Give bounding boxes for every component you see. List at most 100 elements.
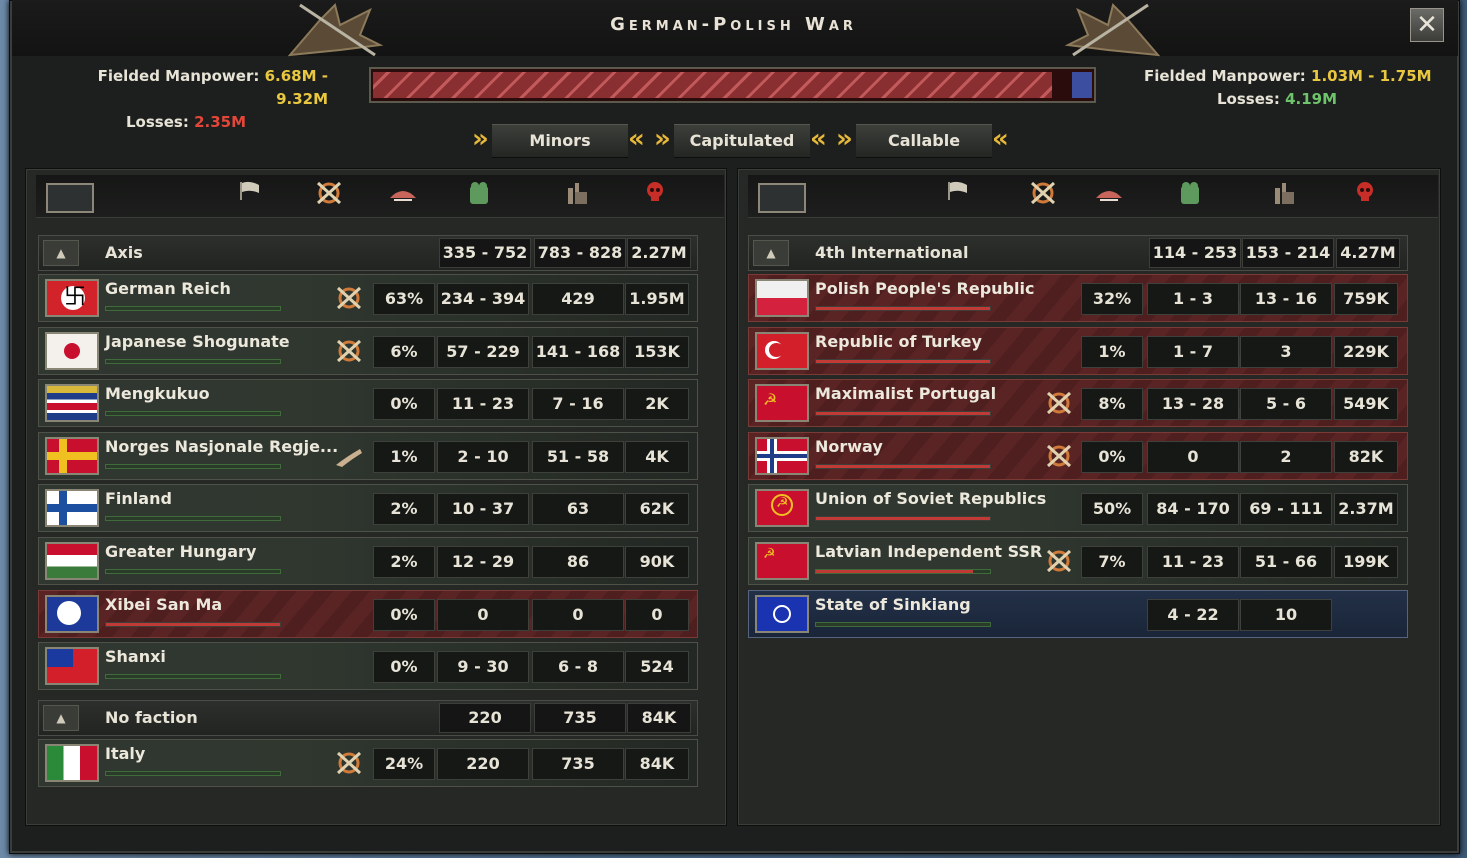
collapse-button[interactable]: ▲ <box>43 704 79 731</box>
close-icon[interactable]: ✕ <box>1410 8 1444 42</box>
tab-capitulated[interactable]: Capitulated <box>674 124 810 158</box>
country-row[interactable]: Shanxi 0% 9 - 30 6 - 8 524 <box>38 642 698 691</box>
country-row[interactable]: Mengkukuo 0% 11 - 23 7 - 16 2K <box>38 379 698 428</box>
country-row[interactable]: Greater Hungary 2% 12 - 29 86 90K <box>38 537 698 585</box>
country-c3-value: 62K <box>625 493 689 526</box>
country-row[interactable]: State of Sinkiang 4 - 22 10 <box>748 589 1408 638</box>
country-pct-value: 63% <box>373 283 435 315</box>
tab-minors[interactable]: Minors <box>492 124 628 158</box>
collapse-button[interactable]: ▲ <box>753 240 789 266</box>
crossed-swords-icon[interactable] <box>314 180 344 212</box>
crossed-swords-icon[interactable] <box>334 285 364 311</box>
country-pct-value: 0% <box>1081 440 1143 473</box>
country-pct-value: 6% <box>373 335 435 368</box>
country-row[interactable]: Japanese Shogunate 6% 57 - 229 141 - 168 153… <box>38 326 698 375</box>
country-name: Norges Nasjonale Regje... <box>105 436 339 456</box>
country-row[interactable]: Polish People's Republic 32% 1 - 3 13 - 16 7… <box>748 274 1408 322</box>
country-row[interactable]: Norway 0% 0 2 82K <box>748 431 1408 480</box>
country-pct-value: 0% <box>373 651 435 684</box>
attacker-progress <box>373 72 1052 98</box>
skull-icon[interactable] <box>1350 180 1380 210</box>
country-c3-value: 90K <box>625 546 689 578</box>
chevron-right-icon: » <box>836 124 853 154</box>
country-row[interactable]: Norges Nasjonale Regje... 1% 2 - 10 51 - 58… <box>38 431 698 480</box>
country-c3-value: 759K <box>1334 283 1398 315</box>
plane-icon[interactable] <box>1094 180 1124 210</box>
country-pct-value: 2% <box>373 493 435 526</box>
country-c3-value: 199K <box>1334 546 1398 578</box>
crossed-swords-icon[interactable] <box>1028 180 1058 212</box>
country-status-bar <box>105 621 281 627</box>
country-name: Mengkukuo <box>105 384 210 404</box>
manpower-icon[interactable] <box>464 180 494 212</box>
country-pct-value: 1% <box>373 440 435 473</box>
country-c1-value: 57 - 229 <box>437 335 529 368</box>
manpower-icon[interactable] <box>1175 180 1205 212</box>
country-name: Japanese Shogunate <box>105 331 290 351</box>
country-status-bar <box>105 516 281 522</box>
flag-icon[interactable] <box>235 180 265 208</box>
crossed-swords-icon[interactable] <box>1044 548 1074 574</box>
flag-shanxi <box>45 647 99 686</box>
country-name: Greater Hungary <box>105 542 257 561</box>
country-pct-value: 24% <box>373 747 435 780</box>
flag-turkey <box>755 331 809 370</box>
country-pct-value: 0% <box>373 598 435 631</box>
chevron-left-icon: « <box>810 124 827 154</box>
faction-c3-value: 84K <box>627 702 691 733</box>
crossed-swords-icon[interactable] <box>334 750 364 776</box>
country-c3-value: 229K <box>1334 335 1398 368</box>
country-pct-value: 2% <box>373 546 435 578</box>
country-c2-value: 2 <box>1240 440 1332 473</box>
country-name: Union of Soviet Republics <box>815 489 1047 509</box>
country-c1-value: 10 - 37 <box>437 493 529 526</box>
country-pct-value: 32% <box>1081 283 1143 315</box>
country-c3-value: 4K <box>625 440 689 473</box>
country-row[interactable]: ☭ Union of Soviet Republics 50% 84 - 170 69 … <box>748 484 1408 533</box>
country-row[interactable]: Italy 24% 220 735 84K <box>38 738 698 787</box>
country-row[interactable]: Finland 2% 10 - 37 63 62K <box>38 484 698 533</box>
country-c3-value: 1.95M <box>625 283 689 315</box>
country-c1-value: 0 <box>437 598 529 631</box>
country-name: Norway <box>815 436 883 456</box>
country-row[interactable]: 卐 German Reich 63% 234 - 394 429 1.95M <box>38 274 698 322</box>
faction-name: 4th International <box>815 243 969 262</box>
losses-label: Losses: <box>1217 90 1280 108</box>
flag-portugal: ☭ <box>755 384 809 423</box>
skull-icon[interactable] <box>640 180 670 210</box>
country-c2-value: 7 - 16 <box>532 388 624 421</box>
collapse-button[interactable]: ▲ <box>43 240 79 266</box>
country-status-bar <box>105 306 281 311</box>
country-row[interactable]: Republic of Turkey 1% 1 - 7 3 229K <box>748 326 1408 375</box>
country-c2-value: 51 - 66 <box>1240 546 1332 578</box>
chevron-right-icon: » <box>654 124 671 154</box>
country-c1-value: 13 - 28 <box>1147 388 1239 421</box>
losses-label: Losses: <box>126 113 189 131</box>
country-c3-value: 0 <box>625 598 689 631</box>
support-hand-icon[interactable] <box>334 443 364 469</box>
plane-icon[interactable] <box>388 180 418 210</box>
country-c2-value: 0 <box>532 598 624 631</box>
crossed-swords-icon[interactable] <box>1044 390 1074 416</box>
country-c2-value: 3 <box>1240 335 1332 368</box>
tab-callable[interactable]: Callable <box>856 124 992 158</box>
country-c2-value: 10 <box>1240 598 1332 631</box>
crossed-swords-icon[interactable] <box>1044 443 1074 469</box>
crossed-swords-icon[interactable] <box>334 338 364 364</box>
country-row[interactable]: Xibei San Ma 0% 0 0 0 <box>38 589 698 638</box>
factory-icon[interactable] <box>1270 180 1300 212</box>
country-row[interactable]: ☭ Maximalist Portugal 8% 13 - 28 5 - 6 549K <box>748 379 1408 428</box>
country-status-bar <box>815 358 991 364</box>
country-pct-value: 1% <box>1081 335 1143 368</box>
country-pct-value: 0% <box>373 388 435 421</box>
country-name: Polish People's Republic <box>815 279 1035 298</box>
country-c1-value: 4 - 22 <box>1147 598 1239 631</box>
factory-icon[interactable] <box>563 180 593 212</box>
country-row[interactable]: ☭ Latvian Independent SSR 7% 11 - 23 51 - 66… <box>748 537 1408 585</box>
flag-icon[interactable] <box>943 180 973 208</box>
country-c1-value: 84 - 170 <box>1147 493 1239 526</box>
country-c1-value: 11 - 23 <box>1147 546 1239 578</box>
country-c3-value: 524 <box>625 651 689 684</box>
flag-soviet: ☭ <box>755 489 809 528</box>
flag-xibei <box>45 594 99 633</box>
